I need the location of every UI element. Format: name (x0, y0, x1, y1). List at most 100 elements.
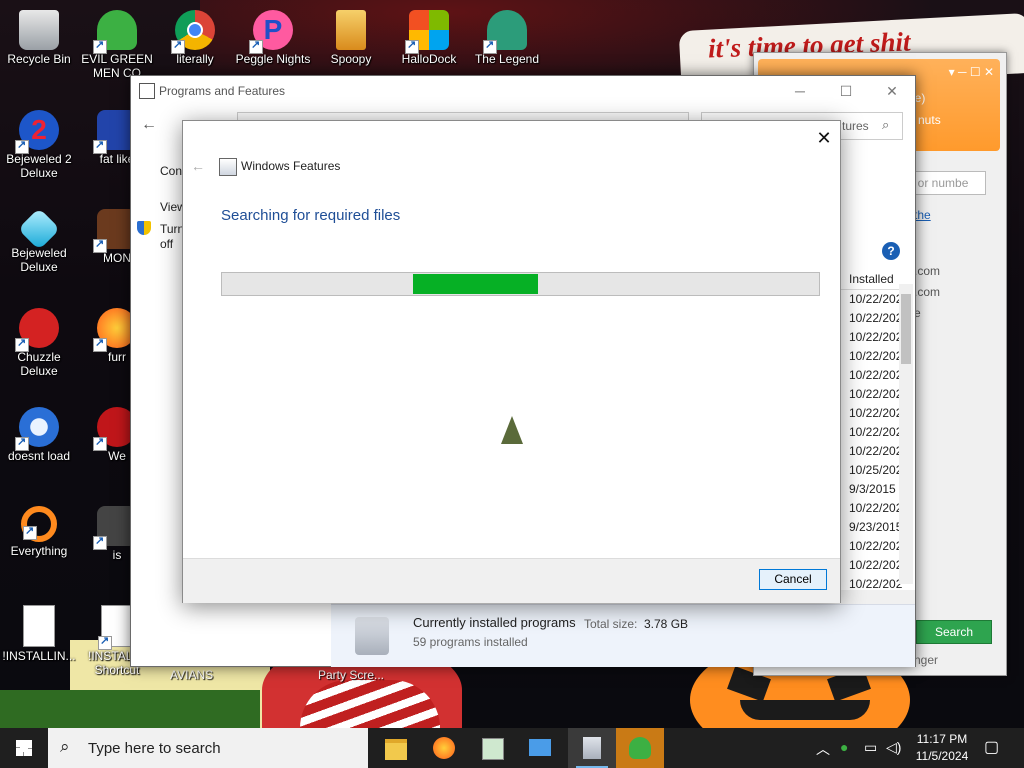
taskbar-search-box[interactable]: ⌕ Type here to search (48, 728, 368, 768)
desktop-icon-thunderbird[interactable]: doesnt load (0, 403, 78, 495)
chevron-up-icon[interactable]: ︿ (816, 739, 830, 759)
network-icon[interactable]: ▭ (864, 739, 877, 756)
desktop-icon-bejeweled2[interactable]: 2 Bejeweled 2 Deluxe (0, 106, 78, 198)
desktop-icon-label: doesnt load (7, 449, 71, 463)
window-titlebar[interactable]: Programs and Features ─ ☐ ✕ (131, 76, 915, 106)
chuzzle-icon (15, 308, 59, 352)
notepad-icon (482, 738, 504, 760)
messenger-footer-text: nger (914, 653, 939, 667)
recycle-bin-icon (19, 10, 59, 50)
messenger-window-controls[interactable]: ▾ ─ ☐ ✕ (949, 65, 994, 79)
search-icon: ⌕ (882, 117, 890, 132)
spoopy-icon (336, 10, 366, 50)
desktop-icon-installing[interactable]: !INSTALLIN... (0, 601, 78, 693)
control-panel-icon (139, 83, 155, 99)
taskbar-clock[interactable]: 11:17 PM 11/5/2024 (906, 731, 978, 765)
taskbar-file-explorer[interactable] (372, 728, 420, 768)
dialog-heading: Searching for required files (221, 207, 401, 224)
desktop-icon-everything[interactable]: Everything (0, 502, 78, 594)
dialog-footer: Cancel (183, 558, 840, 603)
desktop-icon-recycle-bin[interactable]: Recycle Bin (0, 6, 78, 98)
dialog-title: Windows Features (241, 159, 341, 173)
clock-date: 11/5/2024 (915, 749, 969, 763)
clock-time: 11:17 PM (916, 732, 968, 746)
messenger-tray-icon[interactable]: ● (840, 739, 848, 755)
desktop-icon-label: literally (176, 52, 214, 66)
window-title: Programs and Features (159, 84, 286, 98)
volume-icon[interactable]: ◁) (886, 739, 901, 756)
vertical-scrollbar[interactable] (899, 284, 913, 584)
start-button[interactable] (0, 728, 48, 768)
notification-icon[interactable]: ▢ (984, 737, 999, 757)
messenger-search-button[interactable]: Search (916, 620, 992, 644)
total-size-value: 3.78 GB (644, 617, 689, 631)
busy-cursor-icon (501, 416, 523, 444)
text-file-icon (23, 605, 55, 647)
desktop-icon-label: Bejeweled Deluxe (11, 246, 67, 274)
bejeweled2-icon: 2 (15, 110, 59, 154)
taskbar-control-panel[interactable] (516, 728, 564, 768)
desktop-icon-label: The Legend (474, 52, 540, 66)
pumpkin-mouth (740, 700, 870, 720)
desktop-icon-party-label[interactable]: Party Scre... (318, 668, 384, 682)
left-link[interactable]: off (160, 237, 173, 251)
windows-features-icon (219, 158, 237, 176)
contact-item[interactable]: .com (914, 264, 940, 278)
messenger-search-input[interactable]: ct or numbe (904, 171, 986, 195)
peggle-icon: P (249, 10, 293, 54)
taskbar: ⌕ Type here to search ︿ ● ▭ ◁) 11:17 PM … (0, 728, 1024, 768)
windows-features-dialog[interactable]: ✕ ← Windows Features Searching for requi… (182, 120, 841, 603)
desktop-icon-label: Peggle Nights (235, 52, 311, 66)
everything-search-icon (21, 506, 57, 542)
desktop-icon-chuzzle[interactable]: Chuzzle Deluxe (0, 304, 78, 396)
minimize-button[interactable]: ─ (777, 76, 823, 106)
taskbar-firefox[interactable] (420, 728, 468, 768)
progress-bar (221, 272, 820, 296)
taskbar-installer[interactable] (568, 728, 616, 768)
taskbar-notepad[interactable] (468, 728, 516, 768)
chrome-icon (171, 10, 215, 54)
firefox-icon (433, 737, 455, 759)
legend-icon (483, 10, 527, 54)
desktop-icon-label: Spoopy (330, 52, 372, 66)
search-icon: ⌕ (60, 737, 70, 756)
shield-icon (137, 221, 151, 235)
wallpaper-green-shape (0, 690, 260, 728)
scrollbar-thumb[interactable] (901, 294, 911, 364)
status-title: Currently installed programs (413, 615, 576, 630)
desktop-icon-label: Bejeweled 2 Deluxe (6, 152, 72, 180)
installer-icon (355, 617, 389, 655)
desktop-icon-label: HalloDock (401, 52, 457, 66)
progress-fill (413, 274, 538, 294)
installer-icon (583, 737, 601, 759)
desktop-icon-label: Recycle Bin (7, 52, 71, 66)
desktop-icon-bejeweled[interactable]: Bejeweled Deluxe (0, 205, 78, 297)
taskbar-messenger[interactable] (616, 728, 664, 768)
file-explorer-icon (385, 739, 407, 760)
desktop-icon-label: Chuzzle Deluxe (17, 350, 61, 378)
cancel-button[interactable]: Cancel (759, 569, 827, 590)
left-link[interactable]: Turn (160, 222, 184, 236)
thunderbird-icon (15, 407, 59, 451)
back-arrow-icon[interactable]: ← (141, 116, 157, 134)
windows-logo-icon (16, 740, 32, 756)
green-men-icon (93, 10, 137, 54)
bejeweled-icon (17, 207, 61, 251)
messenger-icon (629, 737, 651, 759)
desktop-icon-label: !INSTALLIN... (2, 649, 76, 663)
messenger-link[interactable]: the (914, 208, 931, 222)
control-panel-icon (529, 739, 551, 756)
search-placeholder: tures (842, 119, 869, 133)
help-icon[interactable]: ? (882, 242, 900, 260)
desktop-icon-label: Everything (10, 544, 68, 558)
taskbar-search-placeholder: Type here to search (88, 740, 221, 757)
contact-item[interactable]: .com (914, 285, 940, 299)
program-count: 59 programs installed (413, 635, 528, 649)
desktop-icon-avians-label[interactable]: AVIANS (170, 668, 213, 682)
status-panel: Currently installed programs Total size:… (331, 604, 915, 667)
text-file-icon (98, 605, 133, 650)
close-icon[interactable]: ✕ (811, 125, 837, 151)
close-button[interactable]: ✕ (869, 76, 915, 106)
maximize-button[interactable]: ☐ (823, 76, 869, 106)
total-size-label: Total size: (584, 617, 638, 631)
